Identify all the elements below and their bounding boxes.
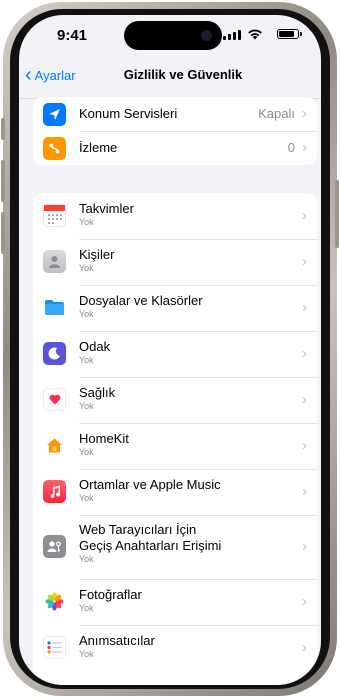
location-arrow-icon: [43, 103, 66, 126]
navigation-bar: ‹ Ayarlar Gizlilik ve Güvenlik: [19, 57, 321, 93]
chevron-right-icon: ›: [302, 483, 307, 500]
chevron-right-icon: ›: [302, 105, 307, 122]
focus-moon-icon: [43, 342, 66, 365]
row-value: 0: [287, 140, 295, 155]
row-contacts[interactable]: Kişiler Yok ›: [33, 239, 317, 285]
row-label-line1: Web Tarayıcıları İçin: [79, 522, 197, 537]
calendar-icon: [43, 204, 66, 227]
chevron-right-icon: ›: [302, 593, 307, 610]
row-location-services[interactable]: Konum Servisleri Kapalı ›: [33, 97, 317, 131]
folder-icon: [43, 296, 66, 319]
chevron-right-icon: ›: [302, 207, 307, 224]
wifi-icon: [248, 29, 262, 40]
chevron-right-icon: ›: [302, 538, 307, 555]
row-tracking[interactable]: İzleme 0 ›: [33, 131, 317, 165]
chevron-right-icon: ›: [302, 299, 307, 316]
action-button: [1, 118, 5, 140]
row-sublabel: Yok: [79, 554, 94, 564]
chevron-right-icon: ›: [302, 391, 307, 408]
chevron-right-icon: ›: [302, 437, 307, 454]
row-health[interactable]: Sağlık Yok ›: [33, 377, 317, 423]
battery-icon: [277, 29, 302, 39]
chevron-right-icon: ›: [302, 345, 307, 362]
row-reminders[interactable]: Anımsatıcılar Yok ›: [33, 625, 317, 671]
volume-up-button: [1, 160, 5, 202]
row-photos[interactable]: Fotoğraflar Yok ›: [33, 579, 317, 625]
settings-group-primary: Konum Servisleri Kapalı › İzleme 0 ›: [33, 97, 317, 165]
passkey-icon: [43, 535, 66, 558]
row-label: Takvimler: [79, 201, 134, 216]
power-button: [335, 180, 339, 248]
row-sublabel: Yok: [79, 447, 94, 457]
photos-icon: [43, 590, 66, 613]
row-value: Kapalı: [258, 106, 295, 121]
chevron-right-icon: ›: [302, 639, 307, 656]
screen: 9:41 ‹ Ayarlar Gizlilik ve Güvenlik Konu…: [19, 15, 321, 685]
row-label: Odak: [79, 339, 111, 354]
row-label: Anımsatıcılar: [79, 633, 155, 648]
row-sublabel: Yok: [79, 649, 94, 659]
row-focus[interactable]: Odak Yok ›: [33, 331, 317, 377]
homekit-icon: [43, 434, 66, 457]
row-media-music[interactable]: Ortamlar ve Apple Music Yok ›: [33, 469, 317, 515]
row-sublabel: Yok: [79, 217, 94, 227]
row-label: Dosyalar ve Klasörler: [79, 293, 203, 308]
row-sublabel: Yok: [79, 263, 94, 273]
row-label-line2: Geçiş Anahtarları Erişimi: [79, 538, 222, 553]
tracking-icon: [43, 137, 66, 160]
row-files-folders[interactable]: Dosyalar ve Klasörler Yok ›: [33, 285, 317, 331]
camera-icon: [201, 30, 212, 41]
row-label: HomeKit: [79, 431, 129, 446]
chevron-right-icon: ›: [302, 139, 307, 156]
row-sublabel: Yok: [79, 493, 94, 503]
row-label: Kişiler: [79, 247, 115, 262]
dynamic-island: [124, 21, 222, 50]
row-label: İzleme: [79, 140, 118, 155]
reminders-icon: [43, 636, 66, 659]
status-time: 9:41: [57, 27, 88, 44]
row-passkeys-web-browsers[interactable]: Web Tarayıcıları İçin Geçiş Anahtarları …: [33, 515, 317, 579]
row-label: Fotoğraflar: [79, 587, 142, 602]
row-label: Sağlık: [79, 385, 116, 400]
health-heart-icon: [43, 388, 66, 411]
row-homekit[interactable]: HomeKit Yok ›: [33, 423, 317, 469]
row-sublabel: Yok: [79, 355, 94, 365]
row-sublabel: Yok: [79, 401, 94, 411]
row-calendars[interactable]: Takvimler Yok ›: [33, 193, 317, 239]
music-icon: [43, 480, 66, 503]
cellular-signal-icon: [223, 30, 241, 40]
row-sublabel: Yok: [79, 603, 94, 613]
contacts-icon: [43, 250, 66, 273]
row-label: Konum Servisleri: [79, 106, 178, 121]
row-sublabel: Yok: [79, 309, 94, 319]
status-bar: 9:41: [19, 15, 321, 57]
settings-group-apps: Takvimler Yok › Kişiler Yok › Dosyalar v…: [33, 193, 317, 685]
chevron-right-icon: ›: [302, 253, 307, 270]
volume-down-button: [1, 212, 5, 254]
row-label: Ortamlar ve Apple Music: [79, 477, 221, 492]
page-title: Gizlilik ve Güvenlik: [123, 67, 243, 82]
